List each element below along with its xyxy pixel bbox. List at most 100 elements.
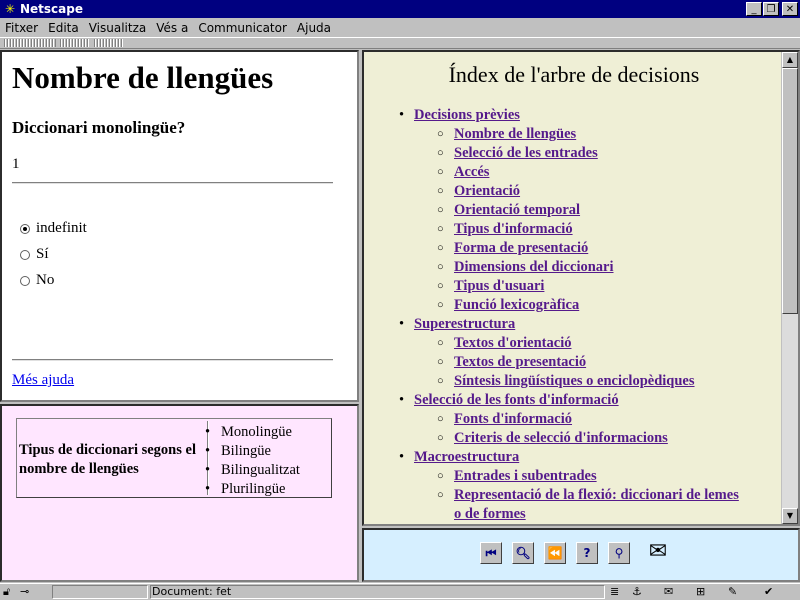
- option-si[interactable]: Sí: [20, 246, 49, 263]
- index-subitem: Orientació: [394, 182, 739, 201]
- scroll-down-button[interactable]: ▼: [782, 508, 798, 524]
- question-frame: Nombre de llengües Diccionari monolingüe…: [0, 50, 359, 402]
- index-link[interactable]: Forma de presentació: [454, 240, 588, 256]
- mail-icon[interactable]: ✉: [640, 541, 676, 564]
- divider: [12, 182, 333, 184]
- index-link[interactable]: Tipus d'usuari: [454, 278, 544, 294]
- netscape-icon: ✳: [4, 2, 16, 16]
- menu-bar: Fitxer Edita Visualitza Vés a Communicat…: [0, 18, 800, 37]
- back-icon[interactable]: ⏪: [544, 542, 566, 564]
- index-link[interactable]: Representació de la flexió: diccionari d…: [454, 487, 739, 503]
- index-link[interactable]: Orientació: [454, 183, 520, 199]
- navigation-frame: ⏮ 🔍︎ ⏪ ? ⚲ ✉: [362, 528, 800, 582]
- list-item: Monolingüe: [221, 423, 300, 442]
- index-link[interactable]: Dimensions del diccionari: [454, 259, 614, 275]
- close-button[interactable]: ✕: [782, 2, 798, 16]
- menu-fitxer[interactable]: Fitxer: [0, 21, 43, 35]
- index-link[interactable]: Textos de presentació: [454, 354, 586, 370]
- index-link[interactable]: Selecció de les fonts d'informació: [414, 392, 619, 408]
- minimize-button[interactable]: _: [746, 2, 762, 16]
- types-list: Monolingüe Bilingüe Bilingualitzat Pluri…: [221, 423, 300, 499]
- index-link[interactable]: Nombre de llengües: [454, 126, 576, 142]
- scroll-thumb[interactable]: [782, 68, 798, 314]
- option-label: Sí: [36, 246, 49, 262]
- first-icon[interactable]: ⏮: [480, 542, 502, 564]
- page-icon[interactable]: ≣: [610, 585, 619, 599]
- index-link[interactable]: o de formes: [454, 506, 526, 522]
- divider: [12, 359, 333, 361]
- security-icon[interactable]: 🔓︎: [3, 585, 10, 599]
- navigator-icon[interactable]: ⚓︎: [632, 585, 642, 599]
- index-link[interactable]: Selecció de les entrades: [454, 145, 598, 161]
- restore-button[interactable]: ❐: [763, 2, 779, 16]
- index-link[interactable]: Fonts d'informació: [454, 411, 572, 427]
- question-title: Diccionari monolingüe?: [12, 118, 186, 137]
- index-link[interactable]: Tipus d'informació: [454, 221, 573, 237]
- scroll-up-button[interactable]: ▲: [782, 52, 798, 68]
- connection-icon: ⊸: [20, 585, 30, 598]
- page-title: Nombre de llengües: [12, 60, 274, 95]
- index-subitem: Forma de presentació: [394, 239, 739, 258]
- option-indefinit[interactable]: indefinit: [20, 220, 87, 237]
- index-subitem: Orientació temporal: [394, 201, 739, 220]
- index-section-item: Decisions prèvies: [394, 106, 739, 125]
- menu-communicator[interactable]: Communicator: [193, 21, 292, 35]
- index-link[interactable]: Entrades i subentrades: [454, 468, 597, 484]
- help-link[interactable]: Més ajuda: [12, 372, 74, 389]
- index-subitem: Entrades i subentrades: [394, 467, 739, 486]
- progress-bar: [52, 585, 148, 599]
- menu-visualitza[interactable]: Visualitza: [84, 21, 152, 35]
- option-no[interactable]: No: [20, 272, 54, 289]
- radio-button[interactable]: [20, 223, 30, 234]
- mail-status-icon[interactable]: ✉: [664, 585, 673, 599]
- index-subitem: Accés: [394, 163, 739, 182]
- list-item: Plurilingüe: [221, 480, 300, 499]
- menu-ves-a[interactable]: Vés a: [151, 21, 193, 35]
- status-text: Document: fet: [152, 585, 232, 598]
- index-link[interactable]: Macroestructura: [414, 449, 519, 465]
- search-icon[interactable]: ⚲: [608, 542, 630, 564]
- find-icon[interactable]: 🔍︎: [512, 542, 534, 564]
- status-bar: 🔓︎ ⊸ Document: fet ≣ ⚓︎ ✉ ⊞ ✎ ✔: [0, 583, 800, 600]
- composer-icon[interactable]: ✎: [728, 585, 737, 599]
- index-link[interactable]: Textos d'orientació: [454, 335, 571, 351]
- edit-icon[interactable]: ✔: [764, 585, 773, 599]
- groups-icon[interactable]: ⊞: [696, 585, 705, 599]
- radio-button[interactable]: [20, 249, 30, 260]
- index-frame: Índex de l'arbre de decisions Decisions …: [362, 50, 800, 526]
- index-link[interactable]: Orientació temporal: [454, 202, 580, 218]
- index-subitem: Criteris de selecció d'informacions: [394, 429, 739, 448]
- index-subitem: Textos d'orientació: [394, 334, 739, 353]
- types-label: Tipus de diccionari segons el nombre de …: [19, 442, 196, 477]
- index-subitem: Dimensions del diccionari: [394, 258, 739, 277]
- index-subitem: Tipus d'usuari: [394, 277, 739, 296]
- index-title: Índex de l'arbre de decisions: [448, 62, 700, 87]
- index-link[interactable]: Accés: [454, 164, 489, 180]
- index-link[interactable]: Síntesis lingüístiques o enciclopèdiques: [454, 373, 695, 389]
- toolbar-grip[interactable]: [0, 37, 800, 49]
- index-subitem: Textos de presentació: [394, 353, 739, 372]
- question-number: 1: [12, 156, 20, 172]
- index-subitem: Tipus d'informació: [394, 220, 739, 239]
- list-item: Bilingualitzat: [221, 461, 300, 480]
- menu-ajuda[interactable]: Ajuda: [292, 21, 336, 35]
- index-link[interactable]: Superestructura: [414, 316, 515, 332]
- types-frame: Tipus de diccionari segons el nombre de …: [0, 404, 359, 582]
- index-link[interactable]: Criteris de selecció d'informacions: [454, 430, 668, 446]
- index-subitem: o de formes: [394, 505, 739, 524]
- nav-toolbar: ⏮ 🔍︎ ⏪ ? ⚲ ✉: [480, 541, 676, 564]
- index-link[interactable]: Funció lexicogràfica: [454, 297, 579, 313]
- help-icon[interactable]: ?: [576, 542, 598, 564]
- index-link[interactable]: Decisions prèvies: [414, 107, 520, 123]
- types-table: Tipus de diccionari segons el nombre de …: [16, 418, 332, 498]
- index-subitem: Selecció de les entrades: [394, 144, 739, 163]
- index-subitem: Síntesis lingüístiques o enciclopèdiques: [394, 372, 739, 391]
- window-title: Netscape: [20, 2, 83, 16]
- vertical-scrollbar[interactable]: ▲ ▼: [781, 52, 798, 524]
- index-section-item: Macroestructura: [394, 448, 739, 467]
- index-section-item: Selecció de les fonts d'informació: [394, 391, 739, 410]
- radio-button[interactable]: [20, 275, 30, 286]
- menu-edita[interactable]: Edita: [43, 21, 84, 35]
- title-bar: ✳ Netscape _ ❐ ✕: [0, 0, 800, 18]
- index-subitem: Funció lexicogràfica: [394, 296, 739, 315]
